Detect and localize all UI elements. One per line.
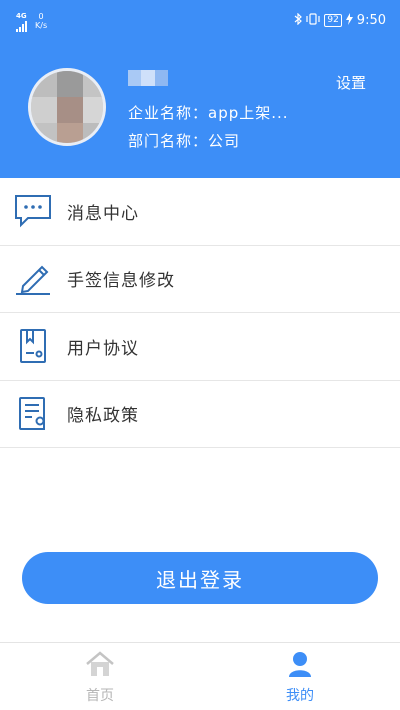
battery-level: 92	[324, 14, 342, 27]
network-type: 4G	[16, 12, 27, 20]
tab-label: 我的	[286, 688, 314, 704]
home-icon	[85, 651, 115, 681]
status-left: 4G 0 K/s	[16, 12, 47, 32]
tab-label: 首页	[86, 688, 114, 704]
menu-item-signature-edit[interactable]: 手签信息修改	[0, 246, 400, 313]
agreement-document-icon	[14, 328, 52, 364]
charging-icon	[345, 13, 353, 28]
clock: 9:50	[356, 13, 386, 28]
menu-item-label: 消息中心	[67, 203, 139, 224]
speed-unit: K/s	[35, 21, 48, 30]
status-bar: 4G 0 K/s 92 9:50	[0, 0, 400, 44]
bottom-tab-bar: 首页 我的	[0, 642, 400, 710]
person-icon	[285, 651, 315, 681]
department-name: 部门名称：公司	[128, 132, 241, 150]
signal-bars-icon	[16, 20, 27, 32]
vibrate-icon	[306, 13, 320, 28]
network-speed: 0 K/s	[35, 12, 47, 30]
menu-item-message-center[interactable]: 消息中心	[0, 178, 400, 246]
speed-value: 0	[38, 12, 44, 21]
pencil-icon	[14, 261, 52, 297]
username-redacted	[128, 70, 168, 86]
bluetooth-icon	[294, 12, 303, 28]
menu-item-label: 隐私政策	[67, 406, 139, 427]
avatar[interactable]	[28, 68, 106, 146]
logout-button[interactable]: 退出登录	[22, 552, 378, 604]
privacy-document-icon	[14, 396, 52, 432]
menu-item-label: 手签信息修改	[67, 271, 175, 292]
profile-header: 4G 0 K/s 92 9:50 企业名称：app上架... 部门名称：公司 设…	[0, 0, 400, 178]
menu-item-privacy-policy[interactable]: 隐私政策	[0, 381, 400, 448]
tab-mine[interactable]: 我的	[250, 651, 350, 705]
menu-list: 消息中心 手签信息修改 用户协议 隐私政策	[0, 178, 400, 448]
status-right: 92 9:50	[294, 12, 386, 28]
settings-button[interactable]: 设置	[336, 72, 366, 93]
company-name: 企业名称：app上架...	[128, 104, 289, 122]
signal-indicator: 4G	[16, 12, 27, 32]
tab-home[interactable]: 首页	[50, 651, 150, 705]
menu-item-label: 用户协议	[67, 338, 139, 359]
chat-bubble-icon	[14, 193, 52, 229]
menu-item-user-agreement[interactable]: 用户协议	[0, 313, 400, 381]
